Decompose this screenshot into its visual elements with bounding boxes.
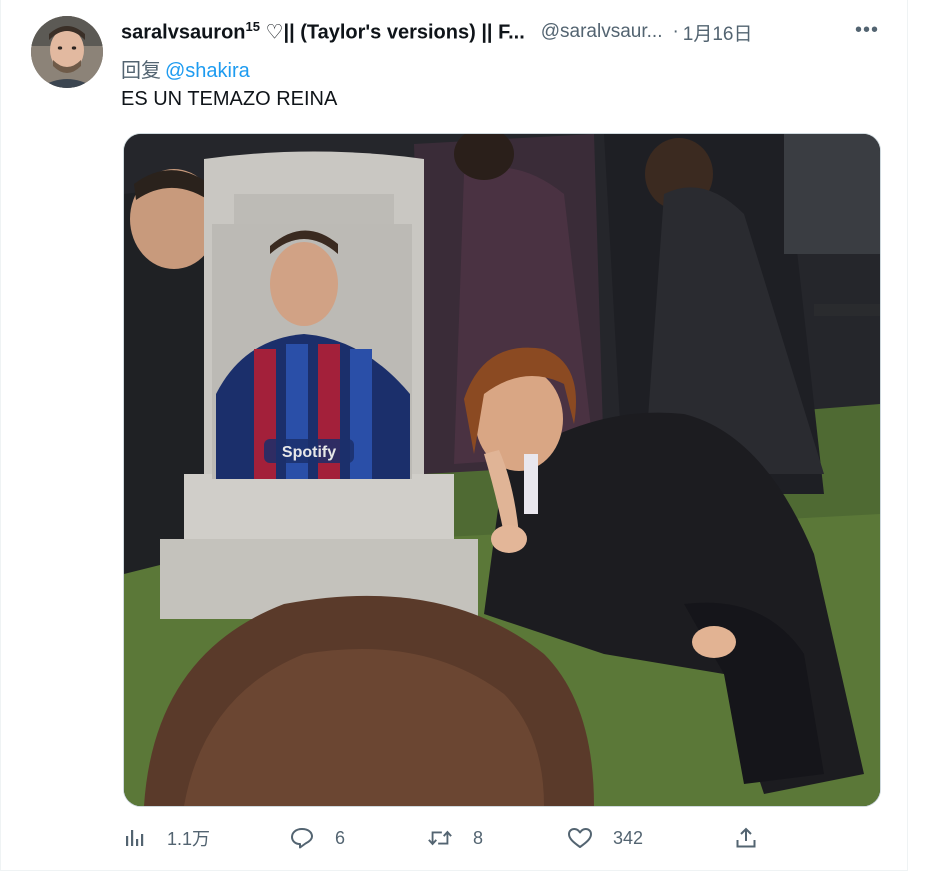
tweet-media-image[interactable]: Spotify (123, 133, 881, 807)
user-handle[interactable]: @saralvsaur... (541, 21, 663, 43)
share-action[interactable] (733, 820, 759, 856)
tweet-date[interactable]: 1月16日 (683, 19, 753, 46)
analytics-icon (121, 825, 147, 851)
reply-action[interactable]: 6 (289, 820, 345, 856)
reply-mention-link[interactable]: @shakira (165, 60, 250, 82)
retweet-action[interactable]: 8 (427, 820, 483, 856)
tweet-header: saralvsauron15 ♡|| (Taylor's versions) |… (121, 18, 891, 46)
retweet-count: 8 (473, 827, 484, 848)
like-count: 342 (613, 827, 644, 848)
reply-context: 回复 @shakira (121, 54, 250, 83)
avatar-image (31, 16, 103, 88)
meme-image: Spotify (124, 134, 880, 806)
views-count: 1.1万 (167, 829, 211, 849)
share-icon (733, 825, 759, 851)
avatar[interactable] (31, 16, 103, 88)
tweet-actions: 1.1万 6 8 342 (121, 820, 781, 856)
display-name-superscript: 15 (245, 19, 260, 35)
heart-icon (567, 825, 593, 851)
more-options-icon[interactable]: ••• (853, 18, 881, 42)
separator-dot: · (672, 21, 679, 42)
display-name[interactable]: saralvsauron15 ♡|| (Taylor's versions) |… (121, 19, 525, 45)
views-action[interactable]: 1.1万 (121, 820, 210, 856)
tweet-text: ES UN TEMAZO REINA (121, 88, 338, 110)
retweet-icon (427, 825, 453, 851)
like-action[interactable]: 342 (567, 820, 643, 856)
tweet-card[interactable]: saralvsauron15 ♡|| (Taylor's versions) |… (0, 0, 908, 871)
reply-icon (289, 825, 315, 851)
reply-count: 6 (335, 827, 346, 848)
jersey-sponsor-text: Spotify (282, 444, 336, 461)
reply-prefix: 回复 (121, 60, 161, 82)
